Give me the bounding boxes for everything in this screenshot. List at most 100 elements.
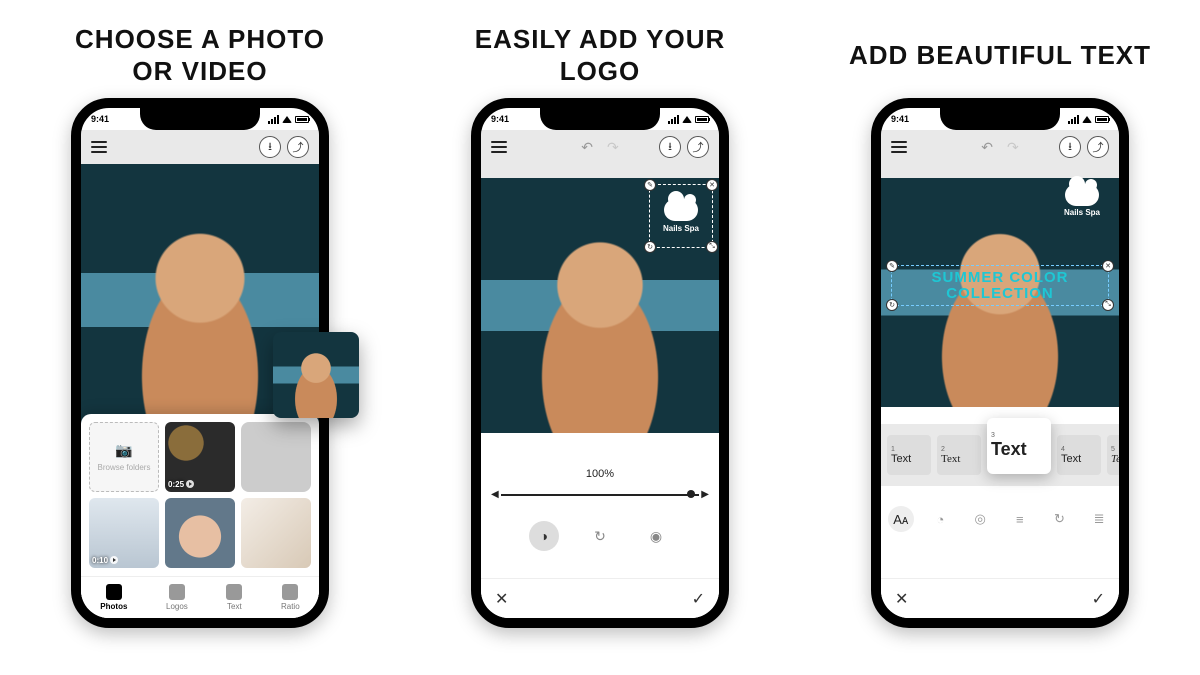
confirm-button[interactable]: ✓ <box>692 589 705 609</box>
phone-notch <box>140 108 260 130</box>
app-topbar: ↶ ↷ ⭳ ⤴ <box>881 130 1119 164</box>
confirm-bar: ✕ ✓ <box>881 578 1119 618</box>
font-tool[interactable]: Aᴀ <box>888 506 914 532</box>
placed-logo: Nails Spa <box>1051 184 1113 217</box>
logo-text: Nails Spa <box>1064 208 1100 217</box>
tab-text[interactable]: Text <box>226 584 242 611</box>
font-picker: 1Text 2Text 3Text 4Text 5Text <box>881 424 1119 486</box>
handle-resize[interactable]: ⤡ <box>706 241 718 253</box>
canvas-area: ✎ ✕ ↻ ⤡ Nails Spa 100% ◀ ▶ <box>481 178 719 618</box>
font-sample: Text <box>891 453 911 465</box>
signal-icon <box>268 115 279 124</box>
download-button[interactable]: ⭳ <box>659 136 681 158</box>
showcase-stage: CHOOSE A PHOTO OR VIDEO 9:41 ⭳ ⤴ <box>0 0 1200 675</box>
gallery-thumb[interactable]: 0:25 <box>165 422 235 492</box>
rotate-tool[interactable]: ↻ <box>1046 506 1072 532</box>
align-tool[interactable]: ≣ <box>1086 506 1112 532</box>
arrow-right-icon: ▶ <box>701 489 709 500</box>
logo-graphic-icon <box>1065 184 1099 206</box>
zoom-slider[interactable]: 100% ◀ ▶ <box>491 468 709 506</box>
undo-button[interactable]: ↶ <box>581 139 593 156</box>
wifi-icon <box>682 116 692 123</box>
share-button[interactable]: ⤴ <box>1087 136 1109 158</box>
column-add-text: ADD BEAUTIFUL TEXT 9:41 ↶ ↷ ⭳ ⤴ <box>810 20 1190 628</box>
browse-folders-button[interactable]: 📷 Browse folders <box>89 422 159 492</box>
selected-media-preview[interactable] <box>273 332 359 418</box>
font-sample: Text <box>1111 453 1129 465</box>
app-topbar: ⭳ ⤴ <box>81 130 319 164</box>
main-photo[interactable]: Nails Spa ✎ ✕ ↻ ⤡ SUMMER COLOR COLLECTIO… <box>881 178 1119 407</box>
font-sample: Text <box>1061 453 1081 465</box>
download-button[interactable]: ⭳ <box>259 136 281 158</box>
handle-resize[interactable]: ⤡ <box>1102 299 1114 311</box>
logo-overlay[interactable]: ✎ ✕ ↻ ⤡ Nails Spa <box>649 184 713 248</box>
tab-label: Logos <box>166 602 188 611</box>
font-sample: Text <box>991 439 1027 460</box>
tab-label: Photos <box>100 602 127 611</box>
gallery-thumb[interactable] <box>241 422 311 492</box>
logos-icon <box>169 584 185 600</box>
gallery-thumb[interactable]: 0:10 <box>89 498 159 568</box>
tab-label: Text <box>227 602 242 611</box>
logo-text: Nails Spa <box>663 224 699 233</box>
color-tool[interactable]: ◔ <box>927 506 953 532</box>
gallery-thumb[interactable] <box>241 498 311 568</box>
visibility-tool[interactable]: ◉ <box>641 521 671 551</box>
media-gallery: 📷 Browse folders 0:25 0:10 <box>81 414 319 618</box>
cancel-button[interactable]: ✕ <box>895 589 908 609</box>
status-time: 9:41 <box>91 114 109 124</box>
gallery-thumb[interactable] <box>165 498 235 568</box>
ratio-icon <box>282 584 298 600</box>
download-button[interactable]: ⭳ <box>1059 136 1081 158</box>
redo-button[interactable]: ↷ <box>1007 139 1019 156</box>
handle-delete[interactable]: ✕ <box>1102 260 1114 272</box>
app-topbar: ↶ ↷ ⭳ ⤴ <box>481 130 719 164</box>
font-option-4[interactable]: 4Text <box>1057 435 1101 475</box>
slider-knob[interactable] <box>687 490 695 498</box>
lineheight-tool[interactable]: ≡ <box>1007 506 1033 532</box>
rotate-tool[interactable]: ↻ <box>585 521 615 551</box>
phone-notch <box>540 108 660 130</box>
menu-button[interactable] <box>891 141 907 153</box>
menu-button[interactable] <box>91 141 107 153</box>
handle-edit[interactable]: ✎ <box>644 179 656 191</box>
cancel-button[interactable]: ✕ <box>495 589 508 609</box>
tab-label: Ratio <box>281 602 300 611</box>
column-choose-photo: CHOOSE A PHOTO OR VIDEO 9:41 ⭳ ⤴ <box>10 20 390 628</box>
heading: EASILY ADD YOUR LOGO <box>475 20 726 90</box>
text-overlay[interactable]: ✎ ✕ ↻ ⤡ SUMMER COLOR COLLECTION <box>891 265 1109 307</box>
slider-track[interactable] <box>501 494 699 496</box>
font-sample: Text <box>941 453 960 465</box>
menu-button[interactable] <box>491 141 507 153</box>
tab-photos[interactable]: Photos <box>100 584 127 611</box>
thumb-duration: 0:25 <box>168 480 184 489</box>
font-option-3[interactable]: 3Text <box>987 418 1051 474</box>
share-button[interactable]: ⤴ <box>287 136 309 158</box>
handle-rotate[interactable]: ↻ <box>886 299 898 311</box>
phone-frame: 9:41 ↶ ↷ ⭳ ⤴ <box>471 98 729 628</box>
signal-icon <box>668 115 679 124</box>
font-option-2[interactable]: 2Text <box>937 435 981 475</box>
tab-logos[interactable]: Logos <box>166 584 188 611</box>
font-option-1[interactable]: 1Text <box>887 435 931 475</box>
zoom-value: 100% <box>491 468 709 480</box>
logo-graphic-icon <box>664 199 698 221</box>
undo-button[interactable]: ↶ <box>981 139 993 156</box>
tab-ratio[interactable]: Ratio <box>281 584 300 611</box>
shadow-tool[interactable]: ◎ <box>967 506 993 532</box>
redo-button[interactable]: ↷ <box>607 139 619 156</box>
opacity-tool[interactable]: ◑ <box>529 521 559 551</box>
font-option-5[interactable]: 5Text <box>1107 435 1129 475</box>
phone-notch <box>940 108 1060 130</box>
confirm-button[interactable]: ✓ <box>1092 589 1105 609</box>
handle-delete[interactable]: ✕ <box>706 179 718 191</box>
bottom-tabbar: Photos Logos Text Ratio <box>81 576 319 618</box>
thumb-duration: 0:10 <box>92 556 108 565</box>
text-tool-row: Aᴀ ◔ ◎ ≡ ↻ ≣ <box>881 499 1119 539</box>
status-time: 9:41 <box>891 114 909 124</box>
wifi-icon <box>282 116 292 123</box>
handle-rotate[interactable]: ↻ <box>644 241 656 253</box>
handle-edit[interactable]: ✎ <box>886 260 898 272</box>
share-button[interactable]: ⤴ <box>687 136 709 158</box>
main-photo[interactable]: ✎ ✕ ↻ ⤡ Nails Spa <box>481 178 719 433</box>
